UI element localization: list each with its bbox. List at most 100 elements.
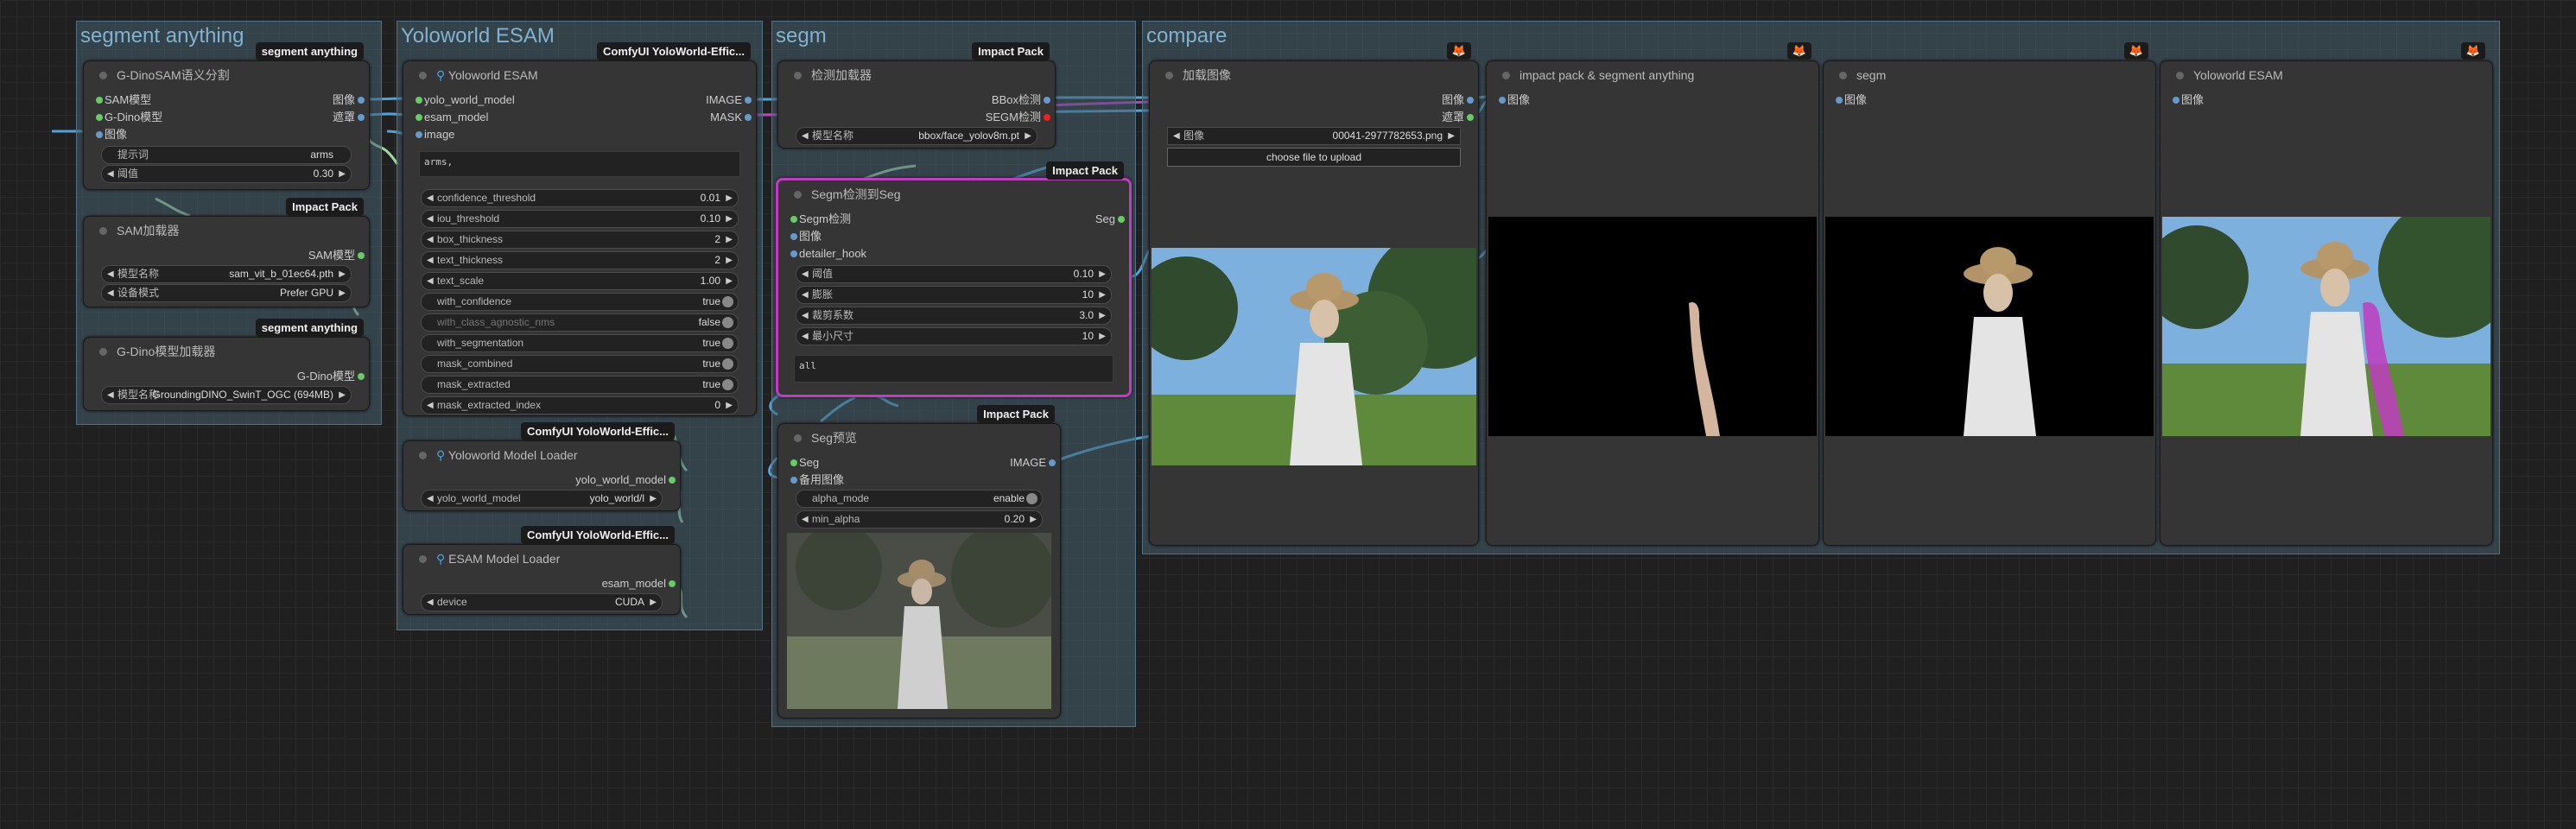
widget-stepper[interactable]: ◀ text_scale 1.00 ▶ [421, 272, 739, 290]
input-seg[interactable]: Seg [790, 455, 819, 471]
arrow-right-icon[interactable]: ▶ [726, 231, 733, 248]
arrow-left-icon[interactable]: ◀ [107, 387, 114, 403]
toggle-knob-icon[interactable] [722, 338, 733, 349]
input-fallback-image[interactable]: 备用图像 [790, 472, 844, 488]
arrow-left-icon[interactable]: ◀ [802, 266, 809, 282]
arrow-left-icon[interactable]: ◀ [1173, 128, 1180, 144]
output-mask[interactable]: 遮罩 [333, 110, 365, 125]
arrow-left-icon[interactable]: ◀ [802, 328, 809, 345]
input-esam-model[interactable]: esam_model [415, 110, 488, 125]
input-sam-model[interactable]: SAM模型 [95, 92, 151, 108]
collapse-dot-icon[interactable] [1502, 72, 1510, 79]
arrow-left-icon[interactable]: ◀ [802, 128, 809, 144]
node-yoloworld-model-loader[interactable]: ComfyUI YoloWorld-Effic... ⚲ Yoloworld M… [403, 422, 681, 511]
output-yolo-world-model[interactable]: yolo_world_model [575, 472, 676, 488]
widget-toggle[interactable]: mask_extracted true [421, 376, 739, 394]
arrow-left-icon[interactable]: ◀ [107, 166, 114, 182]
arrow-right-icon[interactable]: ▶ [1448, 128, 1455, 144]
toggle-knob-icon[interactable] [722, 379, 733, 390]
output-esam-model[interactable]: esam_model [602, 576, 676, 592]
node-sam-loader[interactable]: Impact Pack SAM加载器 SAM模型 ◀ 模型名称 sam_vit_b_… [83, 198, 370, 307]
arrow-right-icon[interactable]: ▶ [726, 211, 733, 227]
collapse-dot-icon[interactable] [99, 72, 107, 79]
alpha-mode-toggle[interactable]: alpha_mode enable [796, 490, 1043, 508]
collapse-dot-icon[interactable] [2176, 72, 2184, 79]
arrow-left-icon[interactable]: ◀ [427, 594, 434, 611]
widget-stepper[interactable]: ◀ iou_threshold 0.10 ▶ [421, 210, 739, 228]
arrow-right-icon[interactable]: ▶ [726, 190, 733, 206]
arrow-right-icon[interactable]: ▶ [650, 490, 657, 507]
threshold-stepper[interactable]: ◀ 阈值 0.30 ▶ [101, 165, 352, 183]
node-preview-impact-pack[interactable]: 🦊 impact pack & segment anything 图像 [1486, 42, 1819, 546]
node-seg-preview[interactable]: Impact Pack Seg预览 Seg 备用图像 IMAGE alpha_m… [777, 405, 1061, 718]
output-image[interactable]: IMAGE [1010, 455, 1056, 471]
widget-toggle[interactable]: with_confidence true [421, 293, 739, 311]
widget-toggle[interactable]: with_segmentation true [421, 334, 739, 352]
arrow-right-icon[interactable]: ▶ [339, 266, 346, 282]
output-seg[interactable]: Seg [1095, 212, 1126, 227]
node-preview-yoloworld-esam[interactable]: 🦊 Yoloworld ESAM 图像 [2160, 42, 2493, 546]
arrow-left-icon[interactable]: ◀ [427, 252, 434, 269]
collapse-dot-icon[interactable] [1839, 72, 1847, 79]
node-yoloworld-esam[interactable]: ComfyUI YoloWorld-Effic... ⚲ Yoloworld E… [403, 42, 757, 416]
arrow-left-icon[interactable]: ◀ [427, 273, 434, 289]
node-segm-to-seg[interactable]: Impact Pack Segm检测到Seg Segm检测 图像 detaile… [776, 161, 1132, 397]
input-image[interactable]: 图像 [1835, 92, 1867, 108]
output-gdino-model[interactable]: G-Dino模型 [297, 369, 365, 384]
output-image[interactable]: 图像 [1442, 92, 1475, 108]
widget-stepper[interactable]: ◀ 裁剪系数 3.0 ▶ [796, 307, 1112, 325]
node-gdino-sam-segment[interactable]: segment anything G-DinoSAM语义分割 SAM模型 G-D… [83, 42, 370, 190]
arrow-right-icon[interactable]: ▶ [1099, 328, 1106, 345]
widget-stepper[interactable]: ◀ confidence_threshold 0.01 ▶ [421, 189, 739, 207]
widget-stepper[interactable]: ◀ 阈值 0.10 ▶ [796, 265, 1112, 283]
device-select[interactable]: ◀ device CUDA ▶ [421, 593, 663, 611]
model-name-select[interactable]: ◀ 模型名称 GroundingDINO_SwinT_OGC (694MB) ▶ [101, 386, 352, 404]
input-image[interactable]: 图像 [95, 127, 127, 142]
collapse-dot-icon[interactable] [794, 72, 802, 79]
input-detailer-hook[interactable]: detailer_hook [790, 246, 866, 262]
widget-stepper[interactable]: ◀ 最小尺寸 10 ▶ [796, 327, 1112, 345]
widget-stepper[interactable]: ◀ 膨胀 10 ▶ [796, 286, 1112, 304]
toggle-knob-icon[interactable] [722, 317, 733, 328]
arrow-left-icon[interactable]: ◀ [802, 287, 809, 303]
node-preview-segm[interactable]: 🦊 segm 图像 [1823, 42, 2156, 546]
input-image[interactable]: 图像 [790, 229, 822, 244]
prompt-input[interactable]: 提示词 arms [101, 146, 352, 164]
arrow-right-icon[interactable]: ▶ [339, 166, 346, 182]
arrow-left-icon[interactable]: ◀ [427, 190, 434, 206]
arrow-left-icon[interactable]: ◀ [107, 285, 114, 301]
widget-toggle[interactable]: mask_combined true [421, 355, 739, 373]
collapse-dot-icon[interactable] [99, 348, 107, 356]
output-image[interactable]: IMAGE [706, 92, 752, 108]
node-esam-model-loader[interactable]: ComfyUI YoloWorld-Effic... ⚲ ESAM Model … [403, 526, 681, 615]
arrow-right-icon[interactable]: ▶ [1025, 128, 1031, 144]
widget-stepper[interactable]: ◀ text_thickness 2 ▶ [421, 251, 739, 269]
model-name-select[interactable]: ◀ 模型名称 sam_vit_b_01ec64.pth ▶ [101, 265, 352, 283]
node-load-image[interactable]: 🦊 加载图像 图像 遮罩 ◀ 图像 00041-2977782653.png ▶ ch… [1149, 42, 1479, 546]
widget-stepper[interactable]: ◀ box_thickness 2 ▶ [421, 231, 739, 249]
arrow-right-icon[interactable]: ▶ [726, 252, 733, 269]
output-image[interactable]: 图像 [333, 92, 365, 108]
arrow-right-icon[interactable]: ▶ [339, 387, 346, 403]
arrow-left-icon[interactable]: ◀ [427, 397, 434, 414]
arrow-left-icon[interactable]: ◀ [427, 211, 434, 227]
arrow-left-icon[interactable]: ◀ [107, 266, 114, 282]
collapse-dot-icon[interactable] [419, 555, 427, 563]
collapse-dot-icon[interactable] [1165, 72, 1173, 79]
upload-button[interactable]: choose file to upload [1167, 148, 1461, 167]
arrow-left-icon[interactable]: ◀ [802, 511, 809, 528]
node-detector-loader[interactable]: Impact Pack 检测加载器 BBox检测 SEGM检测 ◀ 模型名称 bbo… [777, 42, 1056, 149]
arrow-right-icon[interactable]: ▶ [650, 594, 657, 611]
image-select[interactable]: ◀ 图像 00041-2977782653.png ▶ [1167, 127, 1461, 145]
input-gdino-model[interactable]: G-Dino模型 [95, 110, 162, 125]
output-mask[interactable]: 遮罩 [1442, 110, 1475, 125]
labels-textarea[interactable]: all [794, 355, 1114, 383]
model-name-select[interactable]: ◀ 模型名称 bbox/face_yolov8m.pt ▶ [796, 127, 1037, 145]
arrow-left-icon[interactable]: ◀ [802, 307, 809, 324]
yolo-world-model-select[interactable]: ◀ yolo_world_model yolo_world/l ▶ [421, 490, 663, 508]
arrow-left-icon[interactable]: ◀ [427, 490, 434, 507]
arrow-right-icon[interactable]: ▶ [726, 273, 733, 289]
arrow-right-icon[interactable]: ▶ [726, 397, 733, 414]
input-image[interactable]: image [415, 127, 454, 142]
collapse-dot-icon[interactable] [794, 191, 802, 199]
